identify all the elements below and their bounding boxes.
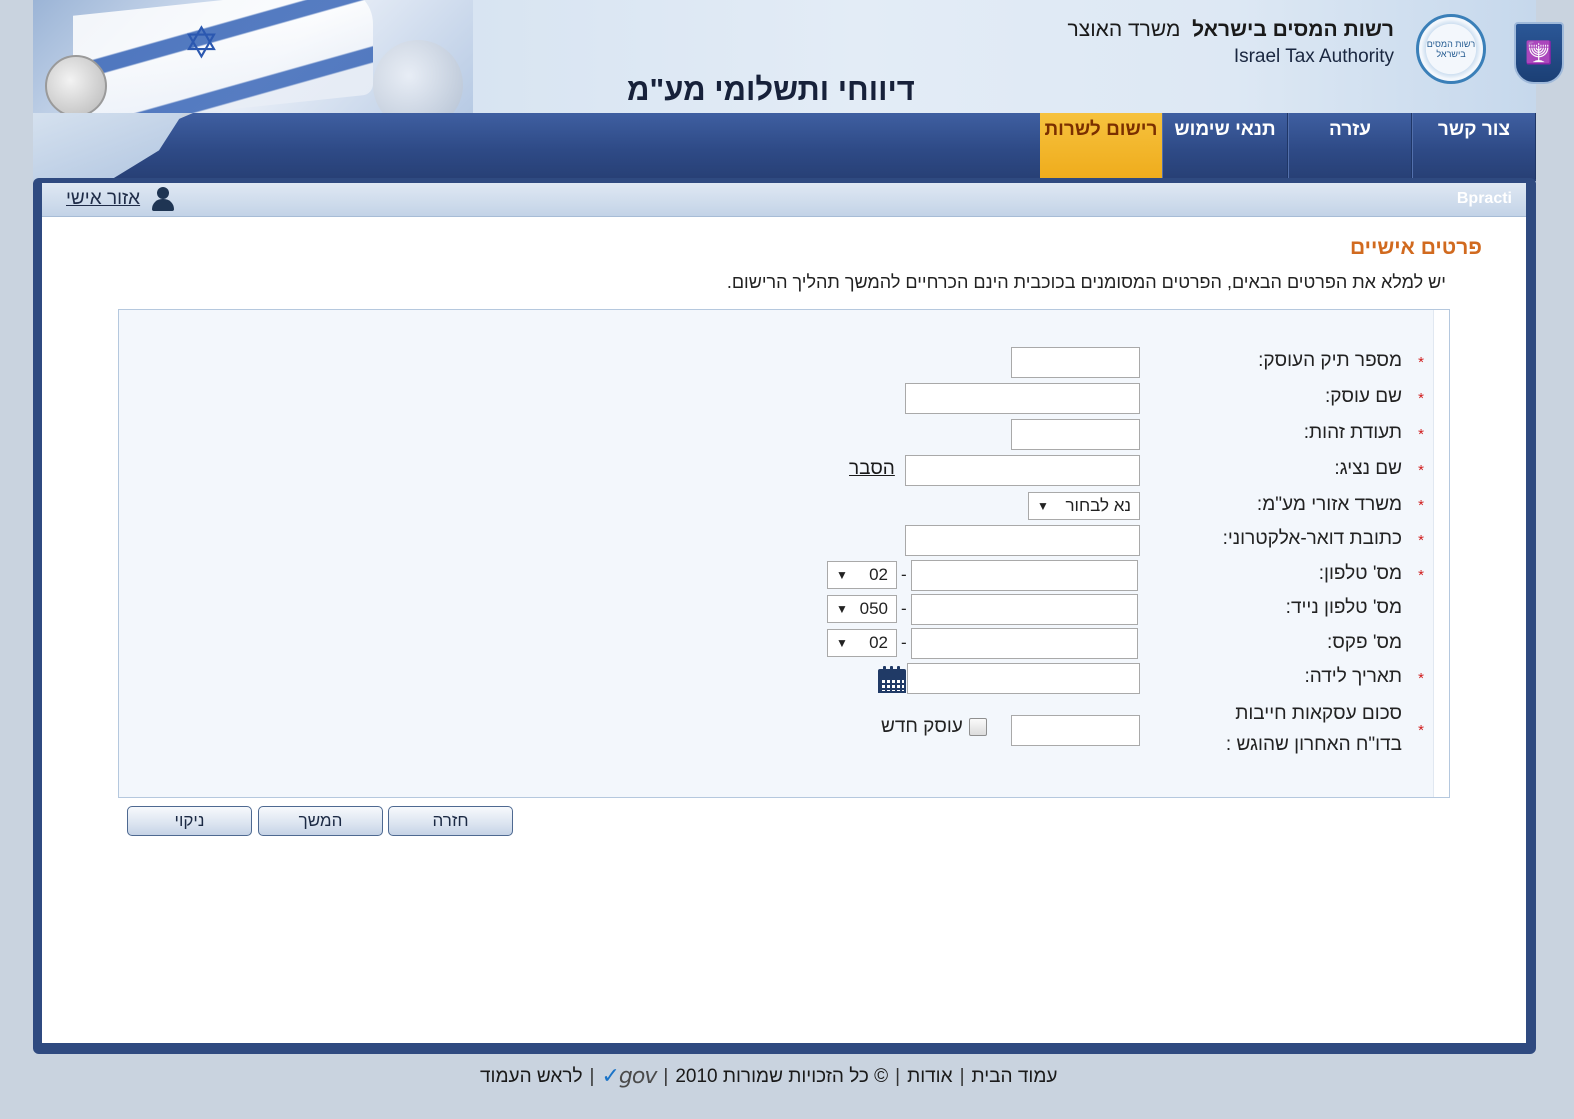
footer-separator: | <box>663 1065 669 1087</box>
tab-contact[interactable]: צור קשר <box>1412 113 1536 179</box>
business-name-input[interactable] <box>905 383 1140 414</box>
tab-terms[interactable]: תנאי שימוש <box>1162 113 1288 179</box>
required-mark: * <box>1418 462 1424 479</box>
required-mark: * <box>1418 670 1424 687</box>
org-name-english: Israel Tax Authority <box>1233 46 1394 67</box>
footer-about-link[interactable]: אודות <box>907 1066 952 1088</box>
mobile-input[interactable] <box>911 594 1138 625</box>
calendar-icon[interactable] <box>877 666 907 694</box>
taxable-sum-label-line2: בדו"ח האחרון שהוגש : <box>1225 734 1402 755</box>
fax-prefix-select[interactable]: 02 ▼ <box>827 629 897 657</box>
tab-register[interactable]: רישום לשרות <box>1040 113 1162 179</box>
page-title: דיווחי ותשלומי מע"מ <box>627 72 915 107</box>
required-mark: * <box>1418 567 1424 584</box>
dash-separator: - <box>901 565 907 584</box>
footer-separator: | <box>589 1065 595 1087</box>
dash-separator: - <box>901 599 907 618</box>
id-number-label: תעודת זהות: <box>1303 422 1402 443</box>
footer-separator: | <box>895 1065 901 1087</box>
footer-home-link[interactable]: עמוד הבית <box>972 1066 1058 1088</box>
footer-top-link[interactable]: לראש העמוד <box>480 1066 583 1088</box>
dropdown-arrow-icon: ▼ <box>836 602 848 616</box>
fax-label: מס' פקס: <box>1327 632 1402 653</box>
user-name: Bpracti <box>1456 190 1512 207</box>
vat-office-label: משרד אזורי מע"מ: <box>1256 494 1402 515</box>
dash-separator: - <box>901 633 907 652</box>
tax-authority-logo[interactable]: רשות המסים בישראל <box>1416 14 1486 84</box>
clear-button[interactable]: ניקוי <box>127 806 252 836</box>
new-business-checkbox[interactable] <box>968 718 987 736</box>
fax-prefix-value: 02 <box>869 633 888 652</box>
star-of-david-icon: ✡ <box>183 19 220 68</box>
gov-logo[interactable]: gov✓ <box>601 1064 657 1089</box>
footer-separator: | <box>959 1065 965 1087</box>
representative-input[interactable] <box>905 455 1140 486</box>
coin-image <box>45 55 107 113</box>
footer: עמוד הבית | אודות | © כל הזכויות שמורות … <box>480 1064 1057 1089</box>
phone-input[interactable] <box>911 560 1138 591</box>
org-name-bold: רשות המסים בישראל <box>1192 18 1394 41</box>
user-icon <box>150 186 176 212</box>
dropdown-arrow-icon: ▼ <box>836 568 848 582</box>
section-title: פרטים אישיים <box>1349 236 1482 259</box>
intro-text: יש למלא את הפרטים הבאים, הפרטים המסומנים… <box>726 272 1446 292</box>
mobile-prefix-value: 050 <box>859 599 888 618</box>
dropdown-arrow-icon: ▼ <box>836 636 848 650</box>
mobile-prefix-select[interactable]: 050 ▼ <box>827 595 897 623</box>
dropdown-arrow-icon: ▼ <box>1037 499 1049 513</box>
required-mark: * <box>1418 426 1424 443</box>
vat-office-selected: נא לבחור <box>1065 496 1131 515</box>
mobile-label: מס' טלפון נייד: <box>1285 597 1402 618</box>
file-number-label: מספר תיק העוסק: <box>1258 350 1402 371</box>
phone-prefix-select[interactable]: 02 ▼ <box>827 561 897 589</box>
file-number-input[interactable] <box>1011 347 1140 378</box>
tab-help[interactable]: עזרה <box>1288 113 1412 179</box>
personal-area-link[interactable]: אזור אישי <box>66 186 176 212</box>
israel-flag-image <box>73 0 373 113</box>
nav-tabs: רישום לשרות תנאי שימוש עזרה צור קשר <box>1040 113 1536 179</box>
required-mark: * <box>1418 532 1424 549</box>
footer-copyright: © כל הזכויות שמורות 2010 <box>675 1065 889 1087</box>
org-name-hebrew: רשות המסים בישראל משרד האוצר <box>1068 18 1394 42</box>
gov-logo-text: gov <box>618 1064 657 1089</box>
vat-office-select[interactable]: נא לבחור ▼ <box>1028 492 1140 520</box>
birth-date-label: תאריך לידה: <box>1304 666 1402 687</box>
ministry-name: משרד האוצר <box>1067 18 1181 41</box>
email-label: כתובת דואר-אלקטרוני: <box>1222 528 1402 549</box>
required-mark: * <box>1418 497 1424 514</box>
state-emblem-logo: 🕎 <box>1514 22 1564 84</box>
phone-prefix-value: 02 <box>869 565 888 584</box>
id-number-input[interactable] <box>1011 419 1140 450</box>
required-mark: * <box>1418 390 1424 407</box>
business-name-label: שם עוסק: <box>1325 386 1402 407</box>
continue-button[interactable]: המשך <box>258 806 383 836</box>
taxable-sum-input[interactable] <box>1011 715 1140 746</box>
explanation-link[interactable]: הסבר <box>849 458 895 480</box>
tax-authority-logo-text: רשות המסים בישראל <box>1426 39 1476 59</box>
phone-label: מס' טלפון: <box>1318 563 1402 584</box>
back-button[interactable]: חזרה <box>388 806 513 836</box>
taxable-sum-label-line1: סכום עסקאות חייבות <box>1235 703 1402 724</box>
required-mark: * <box>1418 354 1424 371</box>
sub-header-bar: Bpracti אזור אישי <box>42 183 1526 217</box>
new-business-option[interactable]: עוסק חדש <box>881 716 987 738</box>
fax-input[interactable] <box>911 628 1138 659</box>
representative-label: שם נציג: <box>1334 458 1402 479</box>
new-business-label: עוסק חדש <box>881 716 963 737</box>
required-mark: * <box>1418 722 1424 739</box>
birth-date-input[interactable] <box>907 663 1140 694</box>
personal-area-label[interactable]: אזור אישי <box>66 188 140 210</box>
email-input[interactable] <box>905 525 1140 556</box>
